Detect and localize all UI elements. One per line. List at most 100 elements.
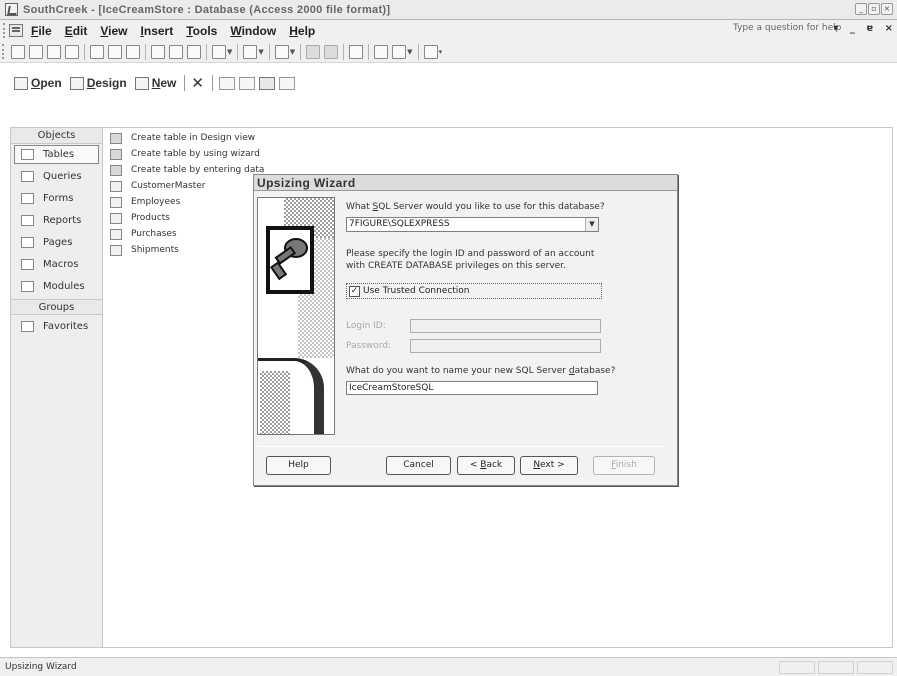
new-icon[interactable] [11, 44, 25, 59]
list-item[interactable]: Create table in Design view [110, 131, 255, 145]
open-button[interactable]: Open [14, 76, 62, 90]
office-links-icon[interactable] [243, 44, 258, 59]
finish-button[interactable]: Finish [593, 456, 655, 475]
restore-icon[interactable]: ▫ [868, 3, 880, 15]
objects-header[interactable]: Objects [11, 128, 102, 144]
menu-file[interactable]: File [31, 24, 52, 38]
large-icons-view-icon[interactable] [218, 76, 235, 90]
list-item[interactable]: Create table by using wizard [110, 147, 260, 161]
menu-window[interactable]: Window [230, 24, 276, 38]
list-item[interactable]: CustomerMaster [110, 179, 205, 193]
dialog-title[interactable]: Upsizing Wizard [254, 175, 677, 191]
print-preview-icon[interactable] [108, 44, 122, 59]
design-button-accel: D [86, 76, 96, 90]
menubar-grip[interactable] [3, 23, 6, 38]
menu-insert[interactable]: Insert [141, 24, 174, 38]
database-name-input[interactable]: IceCreamStoreSQL [346, 381, 598, 395]
wizard-shortcut-icon [110, 132, 122, 144]
design-button[interactable]: Design [69, 76, 127, 90]
back-button[interactable]: < Back [457, 456, 515, 475]
code-icon[interactable] [306, 44, 321, 59]
cancel-button[interactable]: Cancel [386, 456, 451, 475]
undo-dropdown-icon[interactable]: ▼ [227, 48, 232, 56]
objects-item-modules[interactable]: Modules [11, 275, 102, 297]
small-icons-view-icon[interactable] [238, 76, 255, 90]
new-button[interactable]: New [134, 76, 177, 90]
wizard-graphic [257, 197, 335, 435]
menu-help[interactable]: Help [289, 24, 315, 38]
new-button-rest: ew [160, 76, 177, 90]
minimize-icon[interactable]: _ [855, 3, 867, 15]
toolbar-options-icon[interactable]: ▾ [439, 48, 443, 56]
new-button-accel: N [151, 76, 161, 90]
objects-item-macros[interactable]: Macros [11, 253, 102, 275]
menu-edit-rest: dit [72, 23, 88, 38]
copy-icon[interactable] [169, 44, 183, 59]
save-icon[interactable] [47, 44, 61, 59]
spelling-icon[interactable] [126, 44, 140, 59]
server-question: What SQL Server would you like to use fo… [346, 202, 605, 212]
new-object-dropdown-icon[interactable]: ▼ [407, 48, 412, 56]
status-panel [857, 661, 893, 674]
favorites-folder-icon [21, 320, 34, 332]
trusted-connection-checkbox[interactable]: ✓ Use Trusted Connection [346, 283, 602, 299]
password-input[interactable] [410, 339, 601, 353]
list-item[interactable]: Shipments [110, 243, 179, 257]
server-select[interactable]: 7FIGURE\SQLEXPRESS ▼ [346, 217, 599, 232]
list-item[interactable]: Products [110, 211, 170, 225]
close-icon[interactable]: × [881, 3, 893, 15]
relationships-icon[interactable] [374, 44, 389, 59]
database-window-toolbar: Open Design New ✕ [14, 72, 299, 94]
menu-tools[interactable]: Tools [186, 24, 217, 38]
access-app-icon[interactable] [5, 3, 18, 16]
groups-item-label: Favorites [43, 320, 89, 332]
login-id-input[interactable] [410, 319, 601, 333]
menu-view-rest: iew [108, 23, 128, 38]
next-button[interactable]: Next > [520, 456, 578, 475]
objects-item-tables[interactable]: Tables [14, 145, 99, 164]
open-icon[interactable] [29, 44, 43, 59]
menu-edit[interactable]: Edit [65, 24, 88, 38]
menu-bar: File Edit View Insert Tools Window Help … [0, 20, 897, 41]
wizard-shortcut-icon [110, 148, 122, 160]
menu-view[interactable]: View [100, 24, 127, 38]
groups-item-favorites[interactable]: Favorites [11, 315, 102, 337]
new-object-icon[interactable] [392, 44, 407, 59]
menu-tools-rest: ools [192, 23, 218, 38]
database-window-icon[interactable] [9, 24, 23, 37]
print-icon[interactable] [90, 44, 104, 59]
help-icon[interactable] [423, 44, 438, 59]
objects-item-queries[interactable]: Queries [11, 165, 102, 187]
list-view-icon[interactable] [258, 76, 275, 90]
cut-icon[interactable] [151, 44, 165, 59]
objects-item-reports[interactable]: Reports [11, 209, 102, 231]
office-links-dropdown-icon[interactable]: ▼ [258, 48, 263, 56]
list-item[interactable]: Create table by entering data [110, 163, 264, 177]
objects-item-label: Macros [43, 258, 79, 270]
paste-icon[interactable] [187, 44, 201, 59]
file-search-icon[interactable] [65, 44, 79, 59]
groups-header[interactable]: Groups [11, 299, 102, 315]
ask-question-box[interactable]: Type a question for help [733, 23, 841, 33]
list-item[interactable]: Purchases [110, 227, 177, 241]
login-info-line2: with CREATE DATABASE privileges on this … [346, 261, 566, 271]
analyze-icon[interactable] [274, 44, 289, 59]
checkbox-checked[interactable]: ✓ [349, 285, 360, 297]
chevron-down-icon[interactable]: ▼ [585, 218, 598, 231]
trusted-connection-label: Use Trusted Connection [363, 286, 470, 296]
objects-item-pages[interactable]: Pages [11, 231, 102, 253]
properties-icon[interactable] [349, 44, 364, 59]
list-item[interactable]: Employees [110, 195, 180, 209]
toolbar-separator [368, 43, 370, 60]
database-toolbar: ▼ ▼ ▼ ▼ ▾ [0, 41, 897, 63]
details-view-icon[interactable] [278, 76, 295, 90]
delete-icon[interactable]: ✕ [191, 74, 204, 92]
toolbar-grip[interactable] [2, 44, 5, 59]
analyze-dropdown-icon[interactable]: ▼ [290, 48, 295, 56]
undo-icon[interactable] [212, 44, 226, 59]
document-window-controls[interactable]: ▾ _ ɐ × [833, 23, 897, 34]
script-icon[interactable] [324, 44, 339, 59]
objects-item-forms[interactable]: Forms [11, 187, 102, 209]
help-button[interactable]: Help [266, 456, 331, 475]
macro-icon [21, 258, 34, 270]
